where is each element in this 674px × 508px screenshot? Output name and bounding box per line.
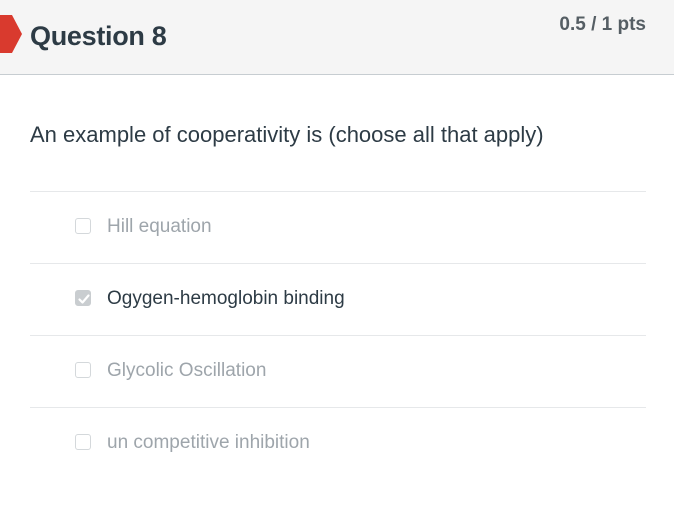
answer-label: un competitive inhibition: [107, 432, 310, 453]
checkbox-checked[interactable]: [75, 290, 91, 306]
checkbox[interactable]: [75, 434, 91, 450]
answer-option[interactable]: Ogygen-hemoglobin binding: [30, 263, 646, 335]
answer-label: Glycolic Oscillation: [107, 360, 267, 381]
checkbox[interactable]: [75, 362, 91, 378]
answer-option[interactable]: un competitive inhibition: [30, 407, 646, 479]
answer-list: Hill equation Ogygen-hemoglobin binding …: [30, 191, 646, 479]
answer-option[interactable]: Glycolic Oscillation: [30, 335, 646, 407]
answer-label: Ogygen-hemoglobin binding: [107, 288, 345, 309]
answer-option[interactable]: Hill equation: [30, 191, 646, 263]
question-points: 0.5 / 1 pts: [559, 14, 646, 35]
question-text: An example of cooperativity is (choose a…: [30, 122, 544, 147]
checkmark-icon: [78, 294, 90, 304]
answer-label: Hill equation: [107, 216, 212, 237]
checkbox[interactable]: [75, 218, 91, 234]
flag-icon: [0, 15, 22, 53]
question-title: Question 8: [30, 21, 167, 51]
question-header: Question 8 0.5 / 1 pts: [0, 0, 674, 75]
